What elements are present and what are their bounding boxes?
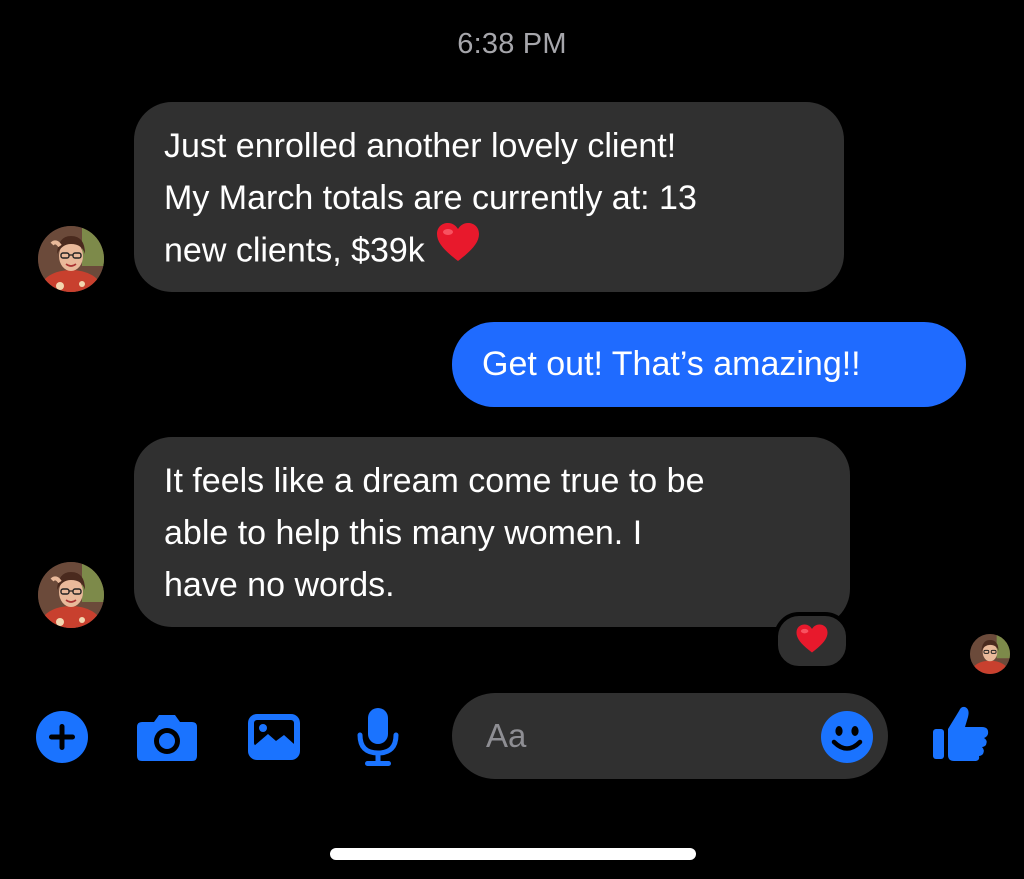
heart-emoji-icon xyxy=(435,221,481,278)
message-line: have no words. xyxy=(164,566,395,604)
camera-icon[interactable] xyxy=(134,709,200,765)
message-line: Just enrolled another lovely client! xyxy=(164,127,677,165)
message-input[interactable] xyxy=(486,693,816,779)
avatar-photo xyxy=(970,634,1010,674)
smiley-icon[interactable] xyxy=(820,710,874,764)
heart-reaction-icon xyxy=(795,623,829,659)
message-timestamp: 6:38 PM xyxy=(457,28,567,60)
message-line: It feels like a dream come true to be xyxy=(164,462,705,500)
sender-avatar[interactable] xyxy=(38,562,104,628)
message-input-box[interactable] xyxy=(452,693,888,779)
sender-avatar[interactable] xyxy=(38,226,104,292)
read-receipt-avatar xyxy=(970,634,1010,674)
avatar-photo xyxy=(38,226,104,292)
microphone-icon[interactable] xyxy=(354,706,402,768)
thumbs-up-icon[interactable] xyxy=(930,702,992,764)
avatar-photo xyxy=(38,562,104,628)
plus-circle-icon[interactable] xyxy=(34,709,90,765)
composer-bar xyxy=(0,690,1024,782)
message-line: able to help this many women. I xyxy=(164,514,643,552)
photo-icon[interactable] xyxy=(244,709,304,765)
messenger-thread-screen: 6:38 PM Just enrolled another lovely cli… xyxy=(0,0,1024,879)
message-line: new clients, $39k xyxy=(164,231,425,270)
message-line: My March totals are currently at: 13 xyxy=(164,179,697,217)
heart-reaction-badge[interactable] xyxy=(774,612,850,670)
home-indicator[interactable] xyxy=(330,848,696,860)
outgoing-message-bubble[interactable]: Get out! That’s amazing!! xyxy=(452,322,966,407)
message-line-with-emoji: new clients, $39k xyxy=(164,221,814,281)
incoming-message-bubble[interactable]: It feels like a dream come true to be ab… xyxy=(134,437,850,627)
incoming-message-bubble[interactable]: Just enrolled another lovely client! My … xyxy=(134,102,844,292)
